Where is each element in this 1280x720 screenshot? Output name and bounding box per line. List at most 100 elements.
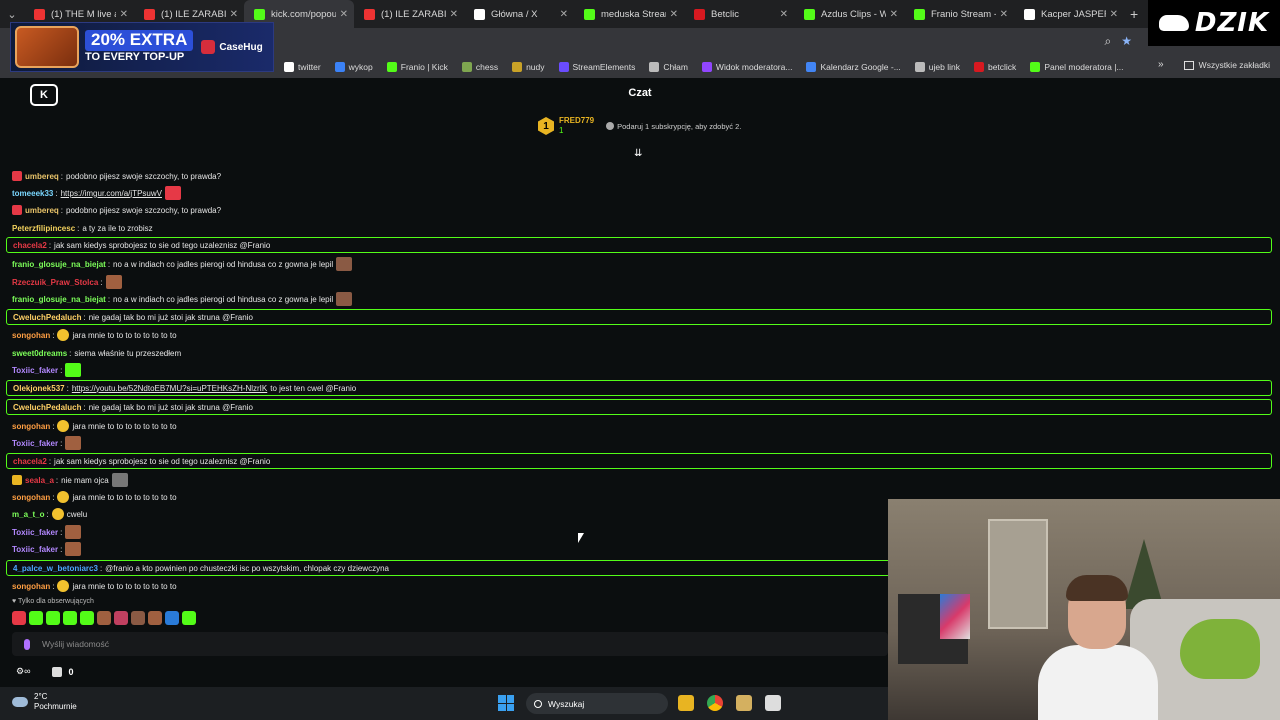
tab-favicon-icon [34,8,45,20]
emote-button[interactable] [80,611,94,625]
bookmark-item[interactable]: Franio | Kick [386,62,448,72]
chat-username[interactable]: umbereq [25,172,59,181]
app-icon[interactable] [736,695,752,711]
chat-username[interactable]: chacela2 [13,241,47,250]
chat-username[interactable]: songohan [12,331,50,340]
emote-button[interactable] [148,611,162,625]
chat-username[interactable]: franio_glosuje_na_biejat [12,295,106,304]
browser-tab[interactable]: meduska Stream ✕ [574,0,684,28]
chat-username[interactable]: Toxiic_faker [12,439,58,448]
chat-username[interactable]: Toxiic_faker [12,545,58,554]
bookmark-item[interactable]: twitter [284,62,321,72]
chat-username[interactable]: songohan [12,422,50,431]
tab-close-icon[interactable]: ✕ [1110,9,1118,20]
chat-username[interactable]: m_a_t_o [12,510,44,519]
tab-close-icon[interactable]: ✕ [450,9,458,20]
channel-points[interactable]: 0 [52,666,74,677]
chat-username[interactable]: tomeeek33 [12,189,53,198]
chrome-icon[interactable] [707,695,723,711]
tab-close-icon[interactable]: ✕ [560,9,568,20]
chat-username[interactable]: Rzeczuik_Praw_Stolca [12,278,98,287]
zoom-icon[interactable]: ⌕ [1105,34,1112,49]
browser-tab[interactable]: Betclic ✕ [684,0,794,28]
emote-picker-icon[interactable] [24,638,30,650]
emote-button[interactable] [46,611,60,625]
chat-username[interactable]: seala_a [25,476,54,485]
all-bookmarks[interactable]: Wszystkie zakładki [1183,60,1270,70]
browser-tab[interactable]: Główna / X ✕ [464,0,574,28]
chat-username[interactable]: Toxiic_faker [12,528,58,537]
chat-username[interactable]: 4_palce_w_betoniarc3 [13,564,98,573]
emote-button[interactable] [12,611,26,625]
chat-input[interactable]: Wyślij wiadomość [12,632,888,656]
browser-tab[interactable]: (1) ILE ZARABIA K ✕ [354,0,464,28]
emote-button[interactable] [114,611,128,625]
chat-text: podobno pijesz swoje szczochy, to prawda… [66,205,222,215]
browser-tab[interactable]: Franio Stream - W ✕ [904,0,1014,28]
user-badge-icon [12,171,22,181]
tab-close-icon[interactable]: ✕ [1000,9,1008,20]
settings-icon[interactable]: ⚙∞ [16,666,30,677]
chat-username[interactable]: Toxiic_faker [12,366,58,375]
chat-link[interactable]: https://imgur.com/a/jTPsuwV [61,189,162,198]
chat-username[interactable]: franio_glosuje_na_biejat [12,260,106,269]
chat-username[interactable]: Olekjonek537 [13,384,65,393]
bookmark-star-icon[interactable]: ★ [1121,34,1132,49]
windows-start-icon[interactable] [498,695,514,711]
emote-button[interactable] [97,611,111,625]
tab-close-icon[interactable]: ✕ [780,9,788,20]
emote-button[interactable] [131,611,145,625]
chat-username[interactable]: CweluchPedaluch [13,403,81,412]
chat-username[interactable]: chacela2 [13,457,47,466]
emote-button[interactable] [182,611,196,625]
chat-text: nie gadaj tak bo mi już stoi jak struna … [88,402,253,412]
gift-sub-prompt[interactable]: Podaruj 1 subskrypcję, aby zdobyć 2. [606,122,741,131]
tab-close-icon[interactable]: ✕ [340,9,348,20]
emote-button[interactable] [63,611,77,625]
pinned-username[interactable]: FRED779 [559,116,594,126]
chat-username[interactable]: umbereq [25,206,59,215]
snipping-tool-icon[interactable] [765,695,781,711]
tab-favicon-icon [254,8,265,20]
bookmark-item[interactable]: Chłam [649,62,688,72]
ad-banner[interactable]: 20% EXTRA TO EVERY TOP-UP CaseHug [10,22,274,72]
chat-link[interactable]: https://youtu.be/52NdtoEB7MU?si=uPTEHKsZ… [72,384,267,393]
chat-username[interactable]: Peterzfilipincesc [12,224,75,233]
chat-message: umbereq: podobno pijesz swoje szczochy, t… [6,202,1272,218]
browser-tab[interactable]: Kacper JASPER P ✕ [1014,0,1124,28]
taskbar-search[interactable]: Wyszukaj [526,693,668,714]
boar-icon [1158,15,1189,31]
bookmark-item[interactable]: betclick [973,62,1016,72]
tab-close-icon[interactable]: ✕ [120,9,128,20]
bookmark-item[interactable]: StreamElements [558,62,635,72]
bookmark-item[interactable]: ujeb link [914,62,960,72]
bookmark-item[interactable]: Kalendarz Google -... [806,62,901,72]
emote-button[interactable] [29,611,43,625]
tab-close-icon[interactable]: ✕ [230,9,238,20]
bookmarks-overflow-chevron-icon[interactable]: » [1158,59,1164,70]
chat-username[interactable]: sweet0dreams [12,349,67,358]
chat-text: no a w indiach co jadles pierogi od hind… [113,294,334,304]
tab-label: Franio Stream - W [931,8,996,20]
bookmark-item[interactable]: Panel moderatora |... [1030,62,1124,72]
file-explorer-icon[interactable] [678,695,694,711]
bookmark-item[interactable]: Widok moderatora... [701,62,792,72]
chat-colon: : [69,348,72,358]
tab-close-icon[interactable]: ✕ [670,9,678,20]
chat-colon: : [60,205,64,215]
emote-button[interactable] [165,611,179,625]
bookmark-favicon-icon [284,62,294,72]
browser-tab[interactable]: Azdus Clips - Wat ✕ [794,0,904,28]
chat-username[interactable]: songohan [12,493,50,502]
pinned-info: FRED779 1 [559,116,594,136]
folder-icon [1183,60,1194,70]
weather-widget[interactable]: 2°C Pochmurnie [12,692,77,711]
treasure-chest-image [15,26,79,68]
new-tab-button[interactable]: + [1130,6,1138,22]
bookmark-item[interactable]: wykop [334,62,373,72]
chat-username[interactable]: CweluchPedaluch [13,313,81,322]
bookmark-item[interactable]: nudy [512,62,545,72]
chat-username[interactable]: songohan [12,582,50,591]
tab-close-icon[interactable]: ✕ [890,9,898,20]
bookmark-item[interactable]: chess [461,62,498,72]
